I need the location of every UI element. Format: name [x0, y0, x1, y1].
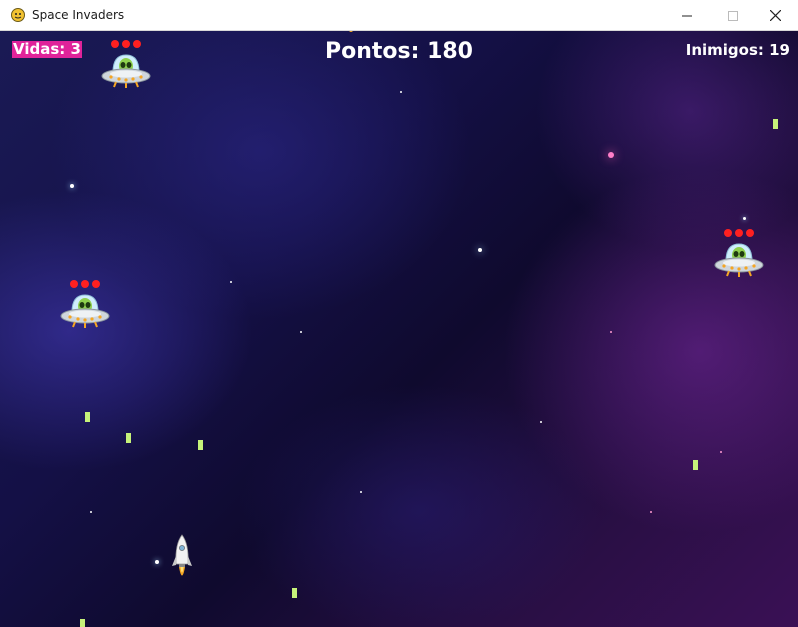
close-button[interactable]: [752, 0, 798, 31]
enemy-ufo: [60, 280, 110, 330]
window-title: Space Invaders: [32, 8, 125, 22]
star: [400, 91, 402, 93]
maximize-button[interactable]: [710, 0, 756, 31]
star: [650, 511, 652, 513]
bullet: [693, 460, 698, 470]
minimize-icon: [682, 15, 692, 16]
enemy-health: [68, 280, 102, 289]
bullet: [292, 588, 297, 598]
enemy-health: [722, 229, 756, 238]
game-canvas[interactable]: Vidas: 3 Pontos: 180 Inimigos: 19: [0, 31, 798, 627]
star: [540, 421, 542, 423]
bullet: [773, 119, 778, 129]
enemy-ufo: [101, 40, 151, 90]
enemies-counter: Inimigos: 19: [685, 41, 790, 59]
bullet: [198, 440, 203, 450]
star: [300, 331, 302, 333]
ufo-icon: [714, 243, 764, 277]
enemy-ufo: [714, 229, 764, 279]
star: [90, 511, 92, 513]
rocket-icon[interactable]: [172, 534, 192, 586]
bullet: [126, 433, 131, 443]
star: [230, 281, 232, 283]
star: [478, 248, 482, 252]
star: [743, 217, 746, 220]
star: [155, 560, 159, 564]
enemy-health: [109, 40, 143, 49]
star: [610, 331, 612, 333]
minimize-button[interactable]: [664, 0, 710, 31]
maximize-icon: [728, 10, 738, 21]
ufo-icon: [60, 294, 110, 328]
ufo-icon: [349, 31, 353, 32]
close-icon: [769, 10, 781, 21]
pygame-icon: [11, 8, 25, 22]
title-bar: Space Invaders: [0, 0, 798, 31]
star: [720, 451, 722, 453]
bullet: [85, 412, 90, 422]
star: [360, 491, 362, 493]
star: [70, 184, 74, 188]
ufo-icon: [101, 54, 151, 88]
bullet: [80, 619, 85, 627]
star: [608, 152, 614, 158]
